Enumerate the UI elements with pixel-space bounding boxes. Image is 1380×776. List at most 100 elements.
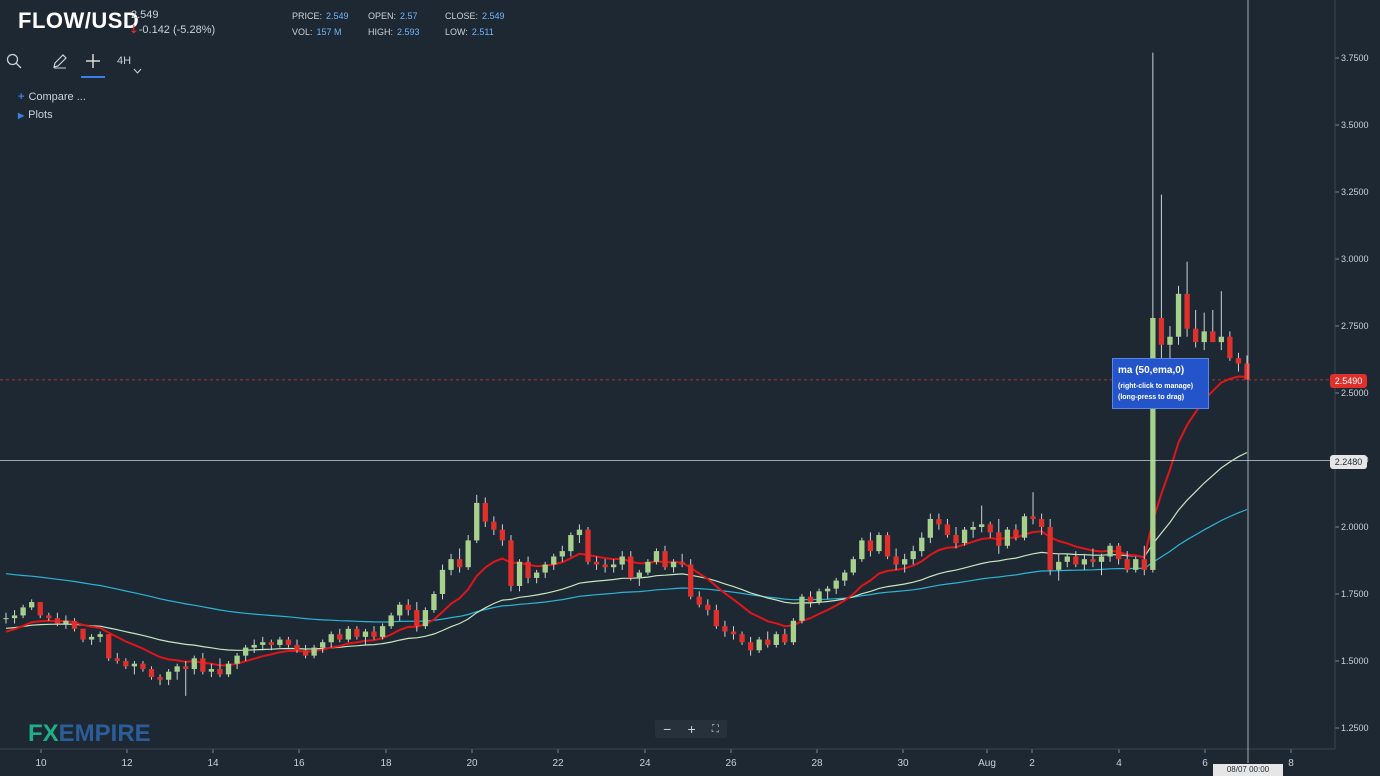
crosshair-button[interactable] [81,46,105,78]
candle-body [88,636,95,640]
candle-body [773,634,779,645]
crosshair-time-label: 08/07 00:00 [1213,764,1283,776]
candle-body [302,650,309,656]
candle-body [1004,529,1011,546]
x-tick-label: 30 [897,758,909,769]
candle-body [371,631,377,637]
candle-body [140,663,146,670]
candle-body [414,610,420,627]
candle-body [1158,317,1165,345]
y-tick-label: 2.7500 [1341,321,1369,331]
candle-body [611,564,617,568]
candle-body [679,561,685,565]
candle-body [713,610,720,627]
draw-button[interactable] [50,46,70,76]
candle-body [961,529,968,544]
candle-body [807,596,814,603]
candle-body [474,502,480,541]
zoom-in-button[interactable]: + [687,721,695,737]
candle-body [739,634,745,643]
candle-body [782,634,788,643]
candle-body [1141,559,1147,570]
last-price: 2.549 [131,9,159,21]
candle-body [747,642,754,651]
candle-body [1218,336,1224,343]
candle-body [362,631,369,637]
candle-body [730,631,737,635]
candle-body [979,524,985,527]
candle-body [927,518,933,538]
candle-body [465,540,471,568]
candle-body [165,671,172,680]
candle-body [148,669,155,678]
chevron-down-icon [133,68,141,74]
candle-body [842,572,848,581]
x-tick-label: 8 [1288,758,1294,769]
candle-body [893,556,899,565]
indicator-tooltip[interactable]: ma (50,ema,0) (right-click to manage) (l… [1112,358,1209,409]
candle-body [1030,516,1036,519]
timeframe-selector[interactable]: 4H [114,46,134,76]
candle-body [11,615,18,619]
x-tick-label: 12 [121,758,133,769]
triangle-right-icon: ▶ [18,111,25,120]
candle-body [533,572,540,578]
candle-body [799,596,805,621]
candle-body [902,559,908,565]
x-tick-label: 28 [811,758,823,769]
candle-body [936,518,942,525]
plots-menu[interactable]: ▶ Plots [18,109,53,121]
candle-body [217,669,223,675]
candle-body [662,551,668,568]
tooltip-hint-drag: (long-press to drag) [1118,394,1185,401]
candle-body [867,540,874,552]
zoom-out-button[interactable]: − [663,721,671,737]
candle-body [1047,527,1053,570]
candle-body [311,647,317,656]
candle-body [71,620,78,629]
candle-body [1064,556,1070,562]
candle-body [191,658,197,670]
candle-body [1184,293,1190,329]
candle-body [1210,331,1216,343]
compare-menu[interactable]: + Compare ... [18,91,86,103]
candle-body [1192,328,1199,343]
y-tick-label: 1.5000 [1341,656,1369,666]
candle-body [987,524,993,533]
x-tick-label: 26 [725,758,737,769]
candle-body [251,644,257,648]
y-tick-label: 2.5000 [1341,388,1369,398]
candle-body [688,564,694,597]
y-tick-label: 2.0000 [1341,522,1369,532]
candle-body [1201,331,1207,343]
crosshair-icon [86,54,100,68]
search-button[interactable] [4,46,24,76]
y-tick-label: 3.0000 [1341,254,1369,264]
candle-body [1235,358,1242,364]
candle-body [876,535,882,552]
x-tick-label: 20 [466,758,478,769]
candle-body [337,634,343,640]
candle-body [405,604,411,611]
moving-average-lines [5,375,1248,667]
candle-body [910,551,916,560]
candle-body [106,634,112,659]
candle-body [499,529,506,541]
candle-body [1073,556,1079,565]
candle-body [765,639,771,645]
candle-body [525,561,531,578]
ohlc-vol: VOL: 157 M [292,27,342,37]
candle-body [345,628,351,640]
candle-body [242,647,249,656]
candle-body [54,618,61,624]
candle-body [970,527,976,530]
tooltip-title: ma (50,ema,0) [1118,365,1185,376]
fit-screen-button[interactable]: ⛶ [712,724,719,735]
candle-body [260,642,266,645]
candle-body [516,561,523,586]
candle-body [3,618,9,620]
ma-light-line [5,451,1248,651]
timeframe-dropdown[interactable] [132,56,142,86]
candle-body [234,655,240,664]
candle-body [97,634,103,637]
